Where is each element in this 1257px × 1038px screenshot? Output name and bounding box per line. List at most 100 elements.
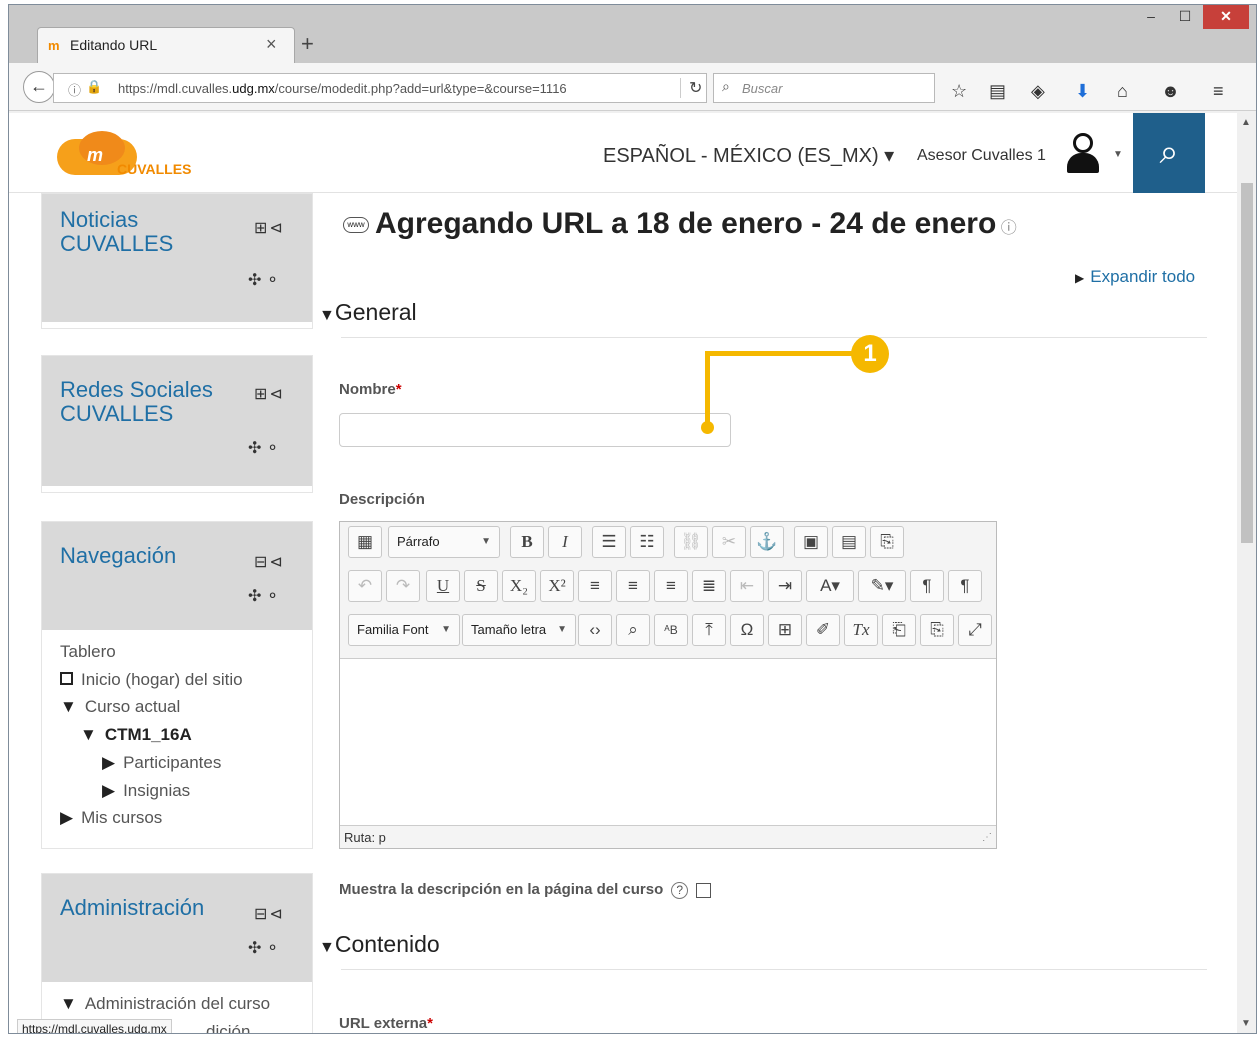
back-button[interactable]: ←: [23, 71, 55, 103]
bullet-list-icon[interactable]: ☰: [592, 526, 626, 558]
block-move-icon[interactable]: ✣ ⚬: [248, 438, 279, 458]
maximize-button[interactable]: ☐: [1169, 5, 1201, 29]
show-description-checkbox[interactable]: [696, 882, 712, 898]
download-icon[interactable]: ⬇: [1075, 81, 1090, 102]
unlink-icon[interactable]: ✂: [712, 526, 746, 558]
reading-list-icon[interactable]: ▤: [989, 81, 1006, 102]
html-source-icon[interactable]: ‹›: [578, 614, 612, 646]
align-right-icon[interactable]: ≡: [654, 570, 688, 602]
nav-item-inicio[interactable]: Inicio (hogar) del sitio: [60, 670, 243, 690]
font-family-select[interactable]: Familia Font ▼: [348, 614, 460, 646]
nav-item-admin-curso[interactable]: ▼ Administración del curso: [60, 994, 270, 1014]
media-icon[interactable]: ▤: [832, 526, 866, 558]
link-icon[interactable]: ⛓: [674, 526, 708, 558]
user-name[interactable]: Asesor Cuvalles 1: [917, 147, 1046, 165]
bookmark-star-icon[interactable]: ☆: [951, 81, 967, 102]
block-dock-controls-icon[interactable]: ⊞⊲: [254, 384, 285, 404]
scroll-up-icon[interactable]: ▲: [1241, 117, 1251, 128]
resize-grip-icon[interactable]: ⋰: [982, 832, 992, 843]
help-icon[interactable]: ⓘ: [996, 220, 1017, 237]
undo-icon[interactable]: ↶: [348, 570, 382, 602]
help-icon[interactable]: ?: [671, 882, 689, 899]
char-case-icon[interactable]: ᴬB: [654, 614, 688, 646]
clear-format-icon[interactable]: Tx: [844, 614, 878, 646]
menu-icon[interactable]: ≡: [1213, 81, 1224, 102]
nombre-input[interactable]: [339, 413, 731, 447]
block-move-icon[interactable]: ✣ ⚬: [248, 586, 279, 606]
paste-text-icon[interactable]: ⎗: [882, 614, 916, 646]
close-tab-icon[interactable]: ×: [266, 34, 277, 55]
nav-item-tablero[interactable]: Tablero: [60, 642, 116, 662]
format-select[interactable]: Párrafo ▼: [388, 526, 500, 558]
nav-item-curso-actual[interactable]: ▼ Curso actual: [60, 697, 180, 717]
rtl-icon[interactable]: ¶: [948, 570, 982, 602]
toolbar-toggle-icon[interactable]: ▦: [348, 526, 382, 558]
pocket-icon[interactable]: ◈: [1031, 81, 1045, 102]
scroll-thumb[interactable]: [1241, 183, 1253, 543]
numbered-list-icon[interactable]: ☷: [630, 526, 664, 558]
paste-icon[interactable]: ⎘: [870, 526, 904, 558]
user-menu-caret-icon[interactable]: ▼: [1113, 149, 1123, 160]
new-tab-button[interactable]: +: [301, 31, 314, 57]
indent-icon[interactable]: ⇥: [768, 570, 802, 602]
browser-tab[interactable]: m Editando URL ×: [37, 27, 295, 63]
redo-icon[interactable]: ↷: [386, 570, 420, 602]
block-dock-controls-icon[interactable]: ⊟⊲: [254, 552, 285, 572]
url-text[interactable]: https://mdl.cuvalles.udg.mx/course/moded…: [118, 81, 638, 96]
scroll-down-icon[interactable]: ▼: [1241, 1018, 1251, 1029]
fullscreen-icon[interactable]: ⤢: [958, 614, 992, 646]
nav-item-participantes[interactable]: ▶ Participantes: [102, 753, 221, 773]
nav-item-course-code[interactable]: ▼ CTM1_16A: [80, 725, 192, 745]
block-redes-title[interactable]: Redes Sociales CUVALLES: [60, 378, 213, 426]
block-administracion-title[interactable]: Administración: [60, 896, 204, 920]
block-navegacion-title[interactable]: Navegación: [60, 544, 176, 568]
strikethrough-button[interactable]: S: [464, 570, 498, 602]
search-replace-icon[interactable]: ⌕: [616, 614, 650, 646]
block-move-icon[interactable]: ✣ ⚬: [248, 938, 279, 958]
editor-content-area[interactable]: [340, 658, 996, 826]
background-color-icon[interactable]: ✎▾: [858, 570, 906, 602]
cleanup-icon[interactable]: ✐: [806, 614, 840, 646]
language-menu[interactable]: ESPAÑOL - MÉXICO (ES_MX) ▾: [603, 143, 894, 168]
align-justify-icon[interactable]: ≣: [692, 570, 726, 602]
superscript-button[interactable]: X²: [540, 570, 574, 602]
nav-item-edicion[interactable]: dición: [206, 1022, 250, 1033]
chat-icon[interactable]: ☻: [1161, 81, 1180, 102]
font-size-select[interactable]: Tamaño letra ▼: [462, 614, 576, 646]
block-noticias-title[interactable]: Noticias CUVALLES: [60, 208, 173, 256]
window-close-button[interactable]: ✕: [1203, 5, 1249, 29]
special-char-icon[interactable]: Ω: [730, 614, 764, 646]
home-icon[interactable]: ⌂: [1117, 81, 1128, 102]
nav-item-insignias[interactable]: ▶ Insignias: [102, 781, 190, 801]
user-avatar[interactable]: [1065, 133, 1101, 175]
image-icon[interactable]: ▣: [794, 526, 828, 558]
minimize-button[interactable]: –: [1135, 5, 1167, 29]
insert-icon[interactable]: ⤒: [692, 614, 726, 646]
block-move-icon[interactable]: ✣ ⚬: [248, 270, 279, 290]
info-icon[interactable]: ⓘ: [68, 80, 81, 99]
section-general-header[interactable]: ▼General: [319, 299, 417, 326]
anchor-icon[interactable]: ⚓: [750, 526, 784, 558]
expand-all-link[interactable]: ▶ Expandir todo: [1075, 267, 1195, 287]
section-contenido-header[interactable]: ▼Contenido: [319, 931, 440, 958]
site-logo[interactable]: m CUVALLES: [57, 131, 197, 181]
table-icon[interactable]: ⊞: [768, 614, 802, 646]
block-dock-controls-icon[interactable]: ⊟⊲: [254, 904, 285, 924]
block-dock-controls-icon[interactable]: ⊞⊲: [254, 218, 285, 238]
text-color-icon[interactable]: A▾: [806, 570, 854, 602]
bold-button[interactable]: B: [510, 526, 544, 558]
align-center-icon[interactable]: ≡: [616, 570, 650, 602]
nav-item-mis-cursos[interactable]: ▶ Mis cursos: [60, 808, 162, 828]
underline-button[interactable]: U: [426, 570, 460, 602]
subscript-button[interactable]: X₂: [502, 570, 536, 602]
ltr-icon[interactable]: ¶: [910, 570, 944, 602]
align-left-icon[interactable]: ≡: [578, 570, 612, 602]
site-search-button[interactable]: ⌕: [1133, 113, 1205, 193]
page-scrollbar[interactable]: ▲ ▼: [1237, 113, 1256, 1033]
url-bar[interactable]: ⓘ 🔒 https://mdl.cuvalles.udg.mx/course/m…: [53, 73, 707, 103]
italic-button[interactable]: I: [548, 526, 582, 558]
paste-word-icon[interactable]: ⎘: [920, 614, 954, 646]
browser-search-input[interactable]: ⌕ Buscar: [713, 73, 935, 103]
outdent-icon[interactable]: ⇤: [730, 570, 764, 602]
reload-icon[interactable]: ↻: [680, 78, 702, 98]
